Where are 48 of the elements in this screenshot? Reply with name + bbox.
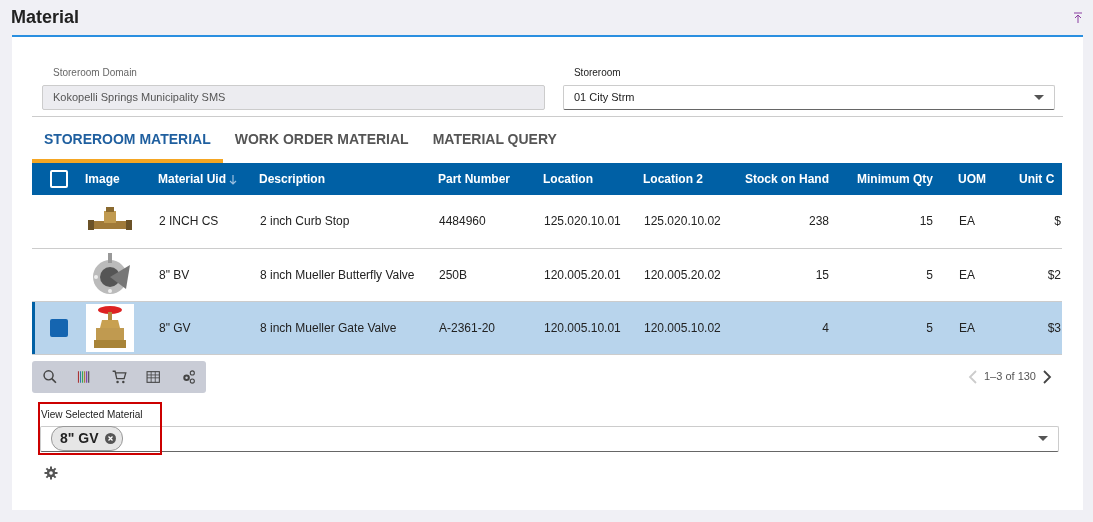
- table-cell: 2 inch Curb Stop: [259, 195, 438, 248]
- selected-chip: 8" GV: [51, 426, 123, 451]
- column-header[interactable]: Unit C: [1019, 163, 1062, 195]
- dropdown-field[interactable]: 01 City Strm: [562, 85, 1055, 110]
- text-field: Kokopelli Springs Municipality SMS: [42, 85, 545, 110]
- table-cell: EA: [958, 301, 1019, 354]
- field-label: Storeroom: [572, 66, 622, 80]
- column-header[interactable]: Minimum Qty: [854, 163, 958, 195]
- table-cell: 120.005.20.02: [643, 248, 744, 301]
- table-cell: 125.020.10.02: [643, 195, 744, 248]
- table-cell: 2 INCH CS: [158, 195, 259, 248]
- table-cell: 8" GV: [158, 301, 259, 354]
- table-cell: $2: [1019, 248, 1062, 301]
- table-cell: 238: [744, 195, 854, 248]
- field-label: View Selected Material: [40, 407, 144, 422]
- column-header[interactable]: Location 2: [643, 163, 744, 195]
- column-header[interactable]: Stock on Hand: [744, 163, 854, 195]
- table-cell: 4484960: [438, 195, 543, 248]
- table-cell: 8 inch Mueller Gate Valve: [259, 301, 438, 354]
- table-cell: EA: [958, 248, 1019, 301]
- multi-select-field[interactable]: 8" GV: [40, 425, 1059, 452]
- table-cell: 120.005.20.01: [543, 248, 643, 301]
- table-cell: EA: [958, 195, 1019, 248]
- column-header[interactable]: Material Uid: [158, 163, 259, 195]
- table-cell: 5: [854, 301, 958, 354]
- column-header[interactable]: UOM: [958, 163, 1019, 195]
- table-cell: 125.020.10.01: [543, 195, 643, 248]
- column-header[interactable]: Description: [259, 163, 438, 195]
- table-cell: 8" BV: [158, 248, 259, 301]
- column-header[interactable]: Part Number: [438, 163, 543, 195]
- table-cell: 15: [744, 248, 854, 301]
- table-cell: 5: [854, 248, 958, 301]
- table-cell: 15: [854, 195, 958, 248]
- field-label: Storeroom Domain: [52, 66, 138, 80]
- table-cell: 120.005.10.01: [543, 301, 643, 354]
- page-title: Material: [11, 6, 80, 29]
- table-cell: 120.005.10.02: [643, 301, 744, 354]
- tab[interactable]: MATERIAL QUERY: [420, 117, 569, 163]
- tab[interactable]: WORK ORDER MATERIAL: [222, 117, 421, 163]
- table-cell: A-2361-20: [438, 301, 543, 354]
- table-cell: 250B: [438, 248, 543, 301]
- table-cell: $: [1019, 195, 1062, 248]
- column-header: Image: [85, 163, 158, 195]
- table-cell: $3: [1019, 301, 1062, 354]
- pagination-text: 1–3 of 130: [984, 369, 1036, 385]
- column-header[interactable]: Location: [543, 163, 643, 195]
- table-cell: 8 inch Mueller Butterfly Valve: [259, 248, 438, 301]
- table-cell: 4: [744, 301, 854, 354]
